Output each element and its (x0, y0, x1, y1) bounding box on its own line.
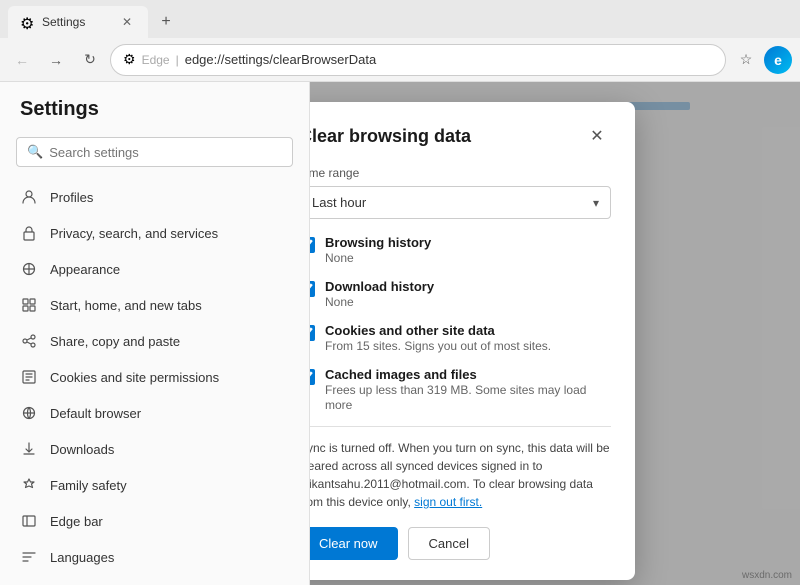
checkbox-cookies: Cookies and other site data From 15 site… (310, 323, 611, 353)
clear-browsing-data-dialog: Clear browsing data ✕ Time range Last ho… (310, 102, 635, 580)
clear-now-button[interactable]: Clear now (310, 527, 398, 560)
download-history-checkbox[interactable] (310, 281, 315, 297)
sidebar-item-languages[interactable]: Languages (0, 539, 309, 575)
search-icon: 🔍 (27, 144, 43, 160)
main-content: Clear browsing data ✕ Time range Last ho… (310, 82, 800, 585)
downloads-icon (20, 440, 38, 458)
sidebar-label-appearance: Appearance (50, 262, 120, 277)
favorites-button[interactable]: ☆ (732, 46, 760, 74)
cached-label: Cached images and files Frees up less th… (325, 367, 611, 412)
sidebar-item-downloads[interactable]: Downloads (0, 431, 309, 467)
divider (310, 426, 611, 427)
sidebar-item-appearance[interactable]: Appearance (0, 251, 309, 287)
checkbox-cached: Cached images and files Frees up less th… (310, 367, 611, 412)
search-input[interactable] (49, 145, 282, 160)
sidebar-label-family-safety: Family safety (50, 478, 127, 493)
address-field[interactable]: ⚙ Edge | edge://settings/clearBrowserDat… (110, 44, 726, 76)
sidebar: Settings 🔍 Profiles Privacy, search, and… (0, 82, 310, 585)
family-safety-icon (20, 476, 38, 494)
time-range-label: Time range (310, 166, 611, 180)
sign-out-link[interactable]: sign out first. (414, 495, 482, 509)
sidebar-label-edge-bar: Edge bar (50, 514, 103, 529)
cached-checkbox[interactable] (310, 369, 315, 385)
appearance-icon (20, 260, 38, 278)
sidebar-item-default-browser[interactable]: Default browser (0, 395, 309, 431)
privacy-icon (20, 224, 38, 242)
sidebar-label-default-browser: Default browser (50, 406, 141, 421)
edge-profile-icon[interactable]: e (764, 46, 792, 74)
edge-bar-icon (20, 512, 38, 530)
sidebar-label-downloads: Downloads (50, 442, 114, 457)
dialog-title: Clear browsing data (310, 126, 471, 147)
sidebar-item-privacy[interactable]: Privacy, search, and services (0, 215, 309, 251)
address-separator: | (176, 53, 179, 67)
download-history-label: Download history None (325, 279, 434, 309)
browser-chrome: ⚙ Settings ✕ + ← → ↻ ⚙ Edge | edge://set… (0, 0, 800, 82)
start-icon (20, 296, 38, 314)
browsing-history-label: Browsing history None (325, 235, 431, 265)
checkbox-download-history: Download history None (310, 279, 611, 309)
time-range-select[interactable]: Last hour Last 24 hours Last 7 days Last… (310, 186, 611, 219)
cookies-label: Cookies and other site data From 15 site… (325, 323, 551, 353)
languages-icon (20, 548, 38, 566)
address-bar-row: ← → ↻ ⚙ Edge | edge://settings/clearBrow… (0, 38, 800, 82)
dialog-actions: Clear now Cancel (310, 527, 611, 560)
tab-favicon: ⚙ (20, 14, 36, 30)
address-url: edge://settings/clearBrowserData (185, 52, 376, 67)
sidebar-item-edge-bar[interactable]: Edge bar (0, 503, 309, 539)
sidebar-title: Settings (0, 98, 309, 137)
sidebar-item-cookies[interactable]: Cookies and site permissions (0, 359, 309, 395)
sidebar-item-share[interactable]: Share, copy and paste (0, 323, 309, 359)
active-tab[interactable]: ⚙ Settings ✕ (8, 6, 148, 38)
cookies-icon (20, 368, 38, 386)
sidebar-label-start: Start, home, and new tabs (50, 298, 202, 313)
share-icon (20, 332, 38, 350)
time-range-wrapper: Last hour Last 24 hours Last 7 days Last… (310, 186, 611, 219)
sidebar-label-languages: Languages (50, 550, 114, 565)
checkbox-browsing-history: Browsing history None (310, 235, 611, 265)
sync-notice: Sync is turned off. When you turn on syn… (310, 439, 611, 511)
refresh-button[interactable]: ↻ (76, 46, 104, 74)
tab-bar: ⚙ Settings ✕ + (0, 0, 800, 38)
sidebar-item-start[interactable]: Start, home, and new tabs (0, 287, 309, 323)
profiles-icon (20, 188, 38, 206)
default-browser-icon (20, 404, 38, 422)
sidebar-label-privacy: Privacy, search, and services (50, 226, 218, 241)
sidebar-item-printers[interactable]: Printers (0, 575, 309, 585)
sidebar-label-profiles: Profiles (50, 190, 93, 205)
tab-close-btn[interactable]: ✕ (118, 13, 136, 31)
cookies-checkbox[interactable] (310, 325, 315, 341)
forward-button[interactable]: → (42, 46, 70, 74)
tab-title: Settings (42, 15, 112, 29)
address-actions: ☆ e (732, 46, 792, 74)
dialog-close-button[interactable]: ✕ (583, 122, 611, 150)
dialog-header: Clear browsing data ✕ (310, 122, 611, 150)
browsing-history-checkbox[interactable] (310, 237, 315, 253)
sidebar-label-share: Share, copy and paste (50, 334, 180, 349)
address-brand: Edge (142, 53, 170, 67)
address-favicon: ⚙ (123, 51, 136, 68)
search-box[interactable]: 🔍 (16, 137, 293, 167)
page-content: Settings 🔍 Profiles Privacy, search, and… (0, 82, 800, 585)
sidebar-label-cookies: Cookies and site permissions (50, 370, 219, 385)
new-tab-button[interactable]: + (152, 8, 180, 36)
sidebar-item-profiles[interactable]: Profiles (0, 179, 309, 215)
back-button[interactable]: ← (8, 46, 36, 74)
sidebar-item-family-safety[interactable]: Family safety (0, 467, 309, 503)
cancel-button[interactable]: Cancel (408, 527, 490, 560)
